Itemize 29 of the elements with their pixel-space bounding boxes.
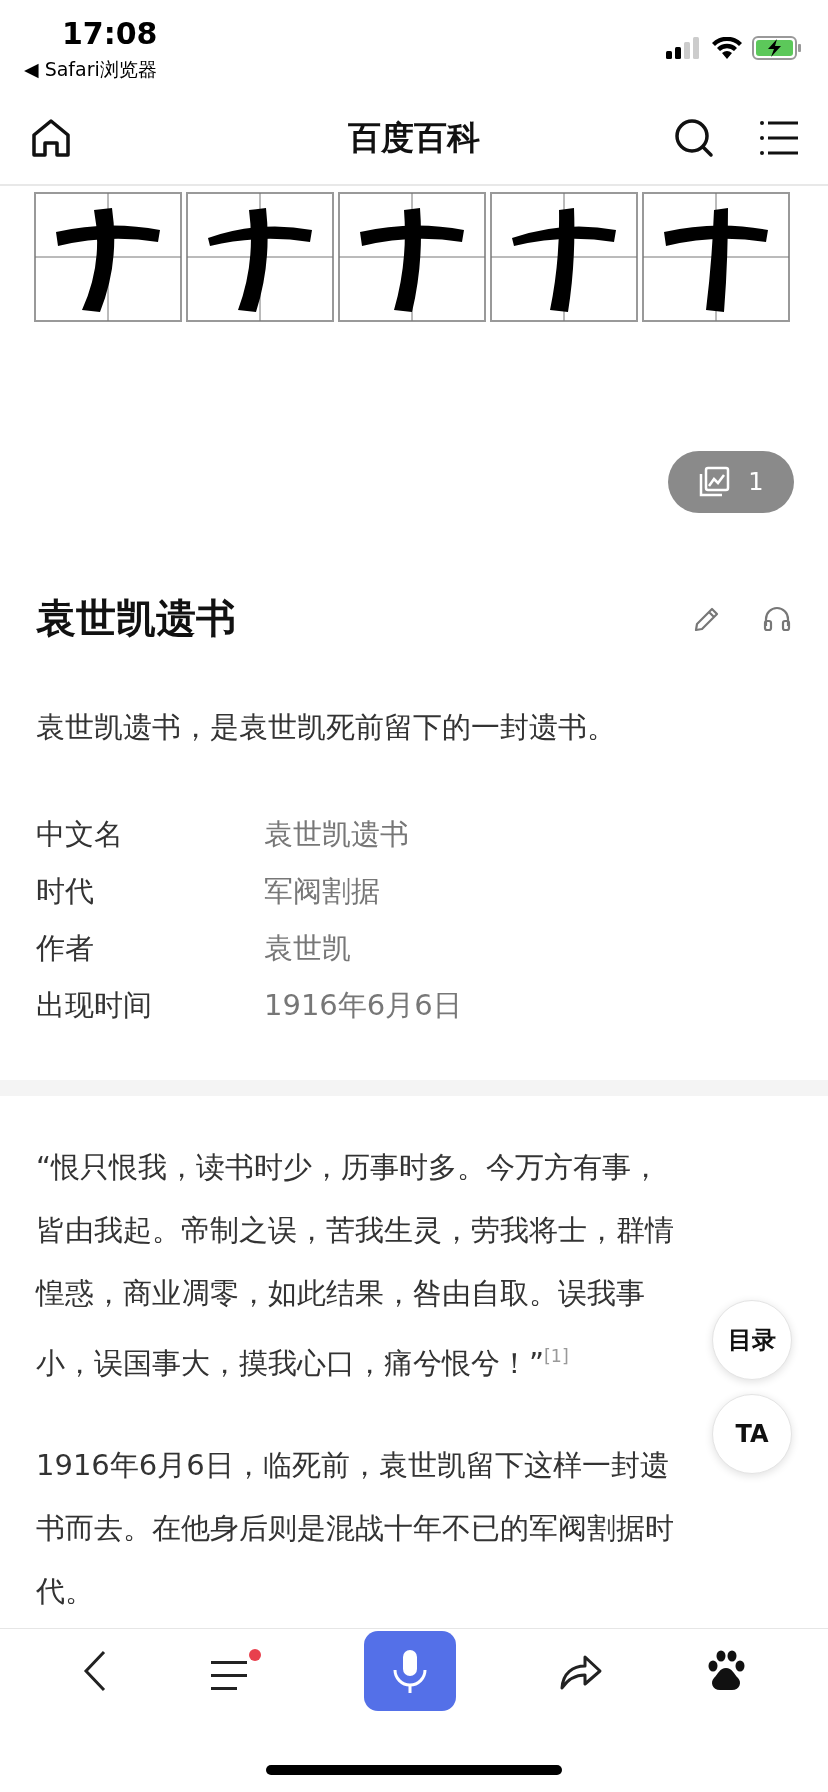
contents-button[interactable]: 目录 bbox=[712, 1300, 792, 1380]
list-button[interactable] bbox=[210, 1649, 261, 1693]
menu-button[interactable] bbox=[760, 120, 798, 156]
voice-search-button[interactable] bbox=[363, 1631, 456, 1711]
status-time: 17:08 bbox=[61, 16, 158, 51]
body-paragraph: “恨只恨我，读书时少，历事时多。今万方有事，皆由我起。帝制之误，苦我生灵，劳我将士，群情惶惑，商业凋零，如此结果，咎由自取。误我事小，误国事大，摸我心口，痛兮恨兮！”$^{[1]}$ bbox=[36, 1148, 675, 1382]
paw-logo-icon[interactable] bbox=[706, 1650, 747, 1692]
article-title: 袁世凯遗书 bbox=[36, 594, 236, 643]
search-button[interactable] bbox=[674, 118, 714, 158]
signal-icon bbox=[666, 37, 702, 59]
ta-button[interactable]: TA bbox=[712, 1394, 792, 1474]
body-paragraph: 1916年6月6日，临死前，袁世凯留下这样一封遗书而去。在他身后则是混战十年不已的军阀割据时代。 bbox=[36, 1447, 675, 1611]
gallery-icon bbox=[698, 466, 731, 498]
back-button[interactable] bbox=[81, 1650, 108, 1692]
wifi-icon bbox=[712, 37, 742, 59]
info-label: 中文名 bbox=[36, 815, 124, 853]
info-label: 时代 bbox=[36, 872, 95, 910]
info-value: 袁世凯 bbox=[264, 929, 352, 967]
battery-charging-icon bbox=[752, 36, 802, 60]
info-label: 出现时间 bbox=[36, 986, 153, 1024]
list-icon bbox=[210, 1659, 249, 1693]
site-title: 百度百科 bbox=[348, 116, 480, 159]
summary-text: 袁世凯遗书，是袁世凯死前留下的一封遗书。 bbox=[36, 709, 617, 746]
info-value: 军阀割据 bbox=[264, 872, 381, 910]
info-value: 1916年6月6日 bbox=[264, 986, 463, 1024]
info-label: 作者 bbox=[36, 929, 95, 967]
info-value: 袁世凯遗书 bbox=[264, 815, 410, 853]
back-to-app-link[interactable]: ◀ Safari浏览器 bbox=[24, 57, 158, 83]
home-button[interactable] bbox=[30, 117, 72, 159]
